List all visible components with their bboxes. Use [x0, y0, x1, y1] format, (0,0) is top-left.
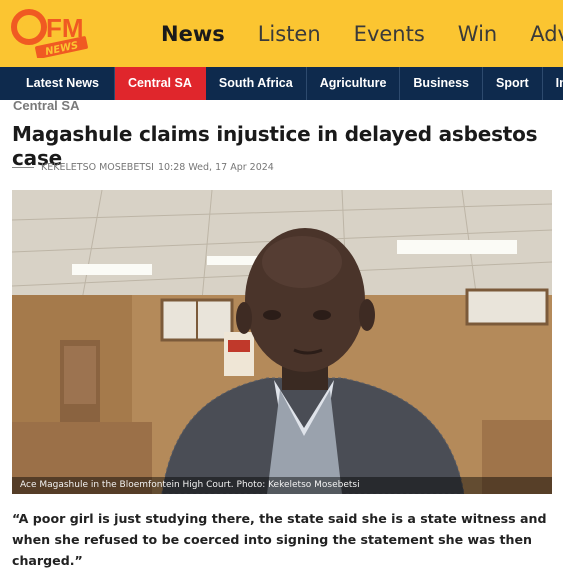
article-quote: “A poor girl is just studying there, the… — [12, 511, 547, 568]
article-photo: Ace Magashule in the Bloemfontein High C… — [12, 190, 552, 494]
subnav-central-sa[interactable]: Central SA — [114, 67, 206, 100]
site-logo[interactable]: FM NEWS — [10, 6, 112, 59]
subnav-agriculture[interactable]: Agriculture — [307, 67, 401, 100]
subnav-latest-news[interactable]: Latest News — [0, 67, 115, 100]
photo-caption: Ace Magashule in the Bloemfontein High C… — [12, 477, 552, 494]
subnav-south-africa[interactable]: South Africa — [206, 67, 307, 100]
courtroom-photo — [12, 190, 552, 494]
byline: Kekeletso Mosebetsi 10:28 Wed, 17 Apr 20… — [12, 162, 274, 173]
main-nav: News Listen Events Win Adver — [161, 0, 563, 67]
nav-win[interactable]: Win — [458, 22, 497, 46]
author-name[interactable]: Kekeletso Mosebetsi — [41, 162, 154, 173]
nav-news[interactable]: News — [161, 22, 225, 46]
subnav-business[interactable]: Business — [400, 67, 483, 100]
nav-events[interactable]: Events — [354, 22, 425, 46]
category-nav: Latest News Central SA South Africa Agri… — [0, 67, 563, 100]
byline-rule — [12, 167, 34, 168]
subnav-sport[interactable]: Sport — [483, 67, 543, 100]
nav-listen[interactable]: Listen — [258, 22, 321, 46]
section-label[interactable]: Central SA — [13, 98, 79, 113]
nav-advertise[interactable]: Adver — [530, 22, 563, 46]
site-header: FM NEWS News Listen Events Win Adver — [0, 0, 563, 67]
publish-datetime: 10:28 Wed, 17 Apr 2024 — [157, 162, 274, 173]
subnav-international[interactable]: Intern — [543, 67, 563, 100]
ofm-logo-icon: FM NEWS — [11, 9, 88, 59]
